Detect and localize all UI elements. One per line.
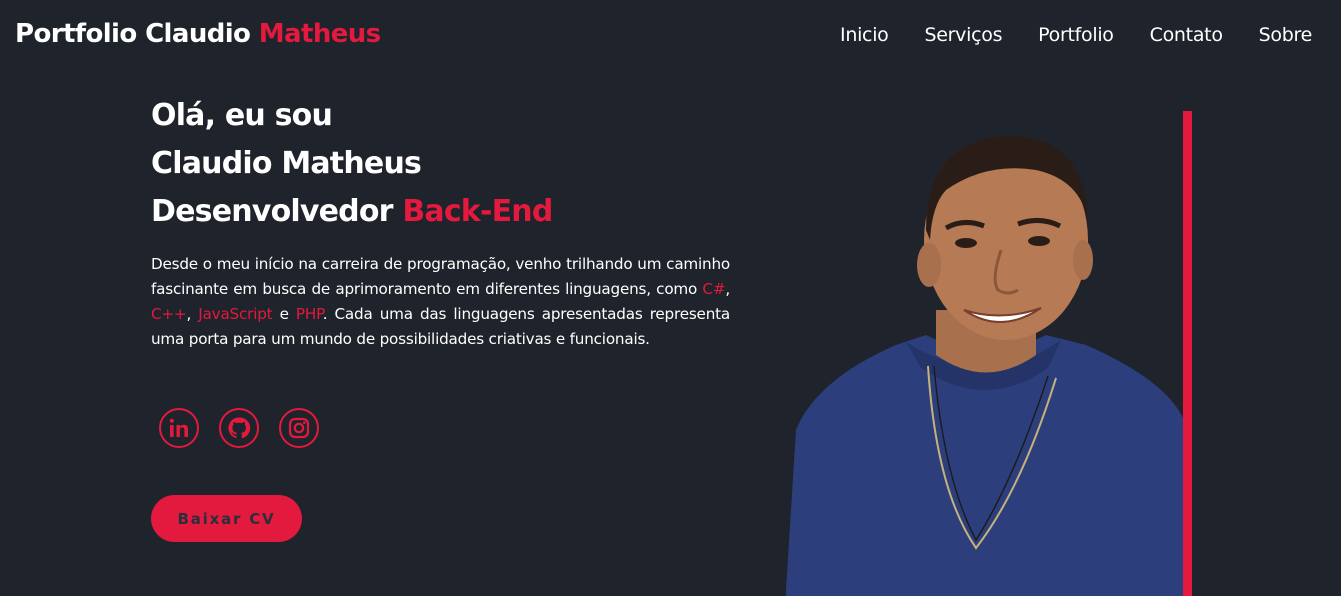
lang-csharp: C# xyxy=(702,280,726,298)
logo-main-text: Portfolio Claudio xyxy=(15,19,251,49)
logo-accent-text: Matheus xyxy=(258,19,381,49)
hero-role-accent: Back-End xyxy=(402,194,553,229)
social-links xyxy=(159,408,319,448)
nav-portfolio[interactable]: Portfolio xyxy=(1038,24,1114,46)
github-icon xyxy=(228,417,251,439)
lang-javascript: JavaScript xyxy=(198,305,273,323)
github-link[interactable] xyxy=(219,408,259,448)
desc-sep1: , xyxy=(725,280,730,298)
hero-description: Desde o meu início na carreira de progra… xyxy=(151,252,730,352)
hero-section: Olá, eu sou Claudio Matheus Desenvolvedo… xyxy=(151,92,731,352)
accent-bar xyxy=(1183,111,1192,596)
nav-contato[interactable]: Contato xyxy=(1150,24,1223,46)
desc-part1: Desde o meu início na carreira de progra… xyxy=(151,255,730,298)
site-logo[interactable]: Portfolio Claudio Matheus xyxy=(15,19,381,49)
instagram-link[interactable] xyxy=(279,408,319,448)
hero-name: Claudio Matheus xyxy=(151,146,422,181)
lang-php: PHP xyxy=(295,305,323,323)
nav-servicos[interactable]: Serviços xyxy=(925,24,1003,46)
hero-greeting: Olá, eu sou xyxy=(151,98,333,133)
hero-role-main: Desenvolvedor xyxy=(151,194,393,229)
main-nav: Inicio Serviços Portfolio Contato Sobre xyxy=(804,24,1312,46)
hero-heading: Olá, eu sou Claudio Matheus Desenvolvedo… xyxy=(151,92,731,236)
desc-sep2: , xyxy=(186,305,192,323)
nav-sobre[interactable]: Sobre xyxy=(1259,24,1313,46)
download-cv-button[interactable]: Baixar CV xyxy=(151,495,302,542)
nav-inicio[interactable]: Inicio xyxy=(840,24,889,46)
hero-role: Desenvolvedor Back-End xyxy=(151,188,731,236)
desc-sep3: e xyxy=(279,305,289,323)
profile-photo xyxy=(786,130,1184,596)
instagram-icon xyxy=(288,417,310,439)
portfolio-page: Portfolio Claudio Matheus Inicio Serviço… xyxy=(0,0,1341,596)
linkedin-icon xyxy=(169,418,188,437)
linkedin-link[interactable] xyxy=(159,408,199,448)
lang-cpp: C++ xyxy=(151,305,187,323)
